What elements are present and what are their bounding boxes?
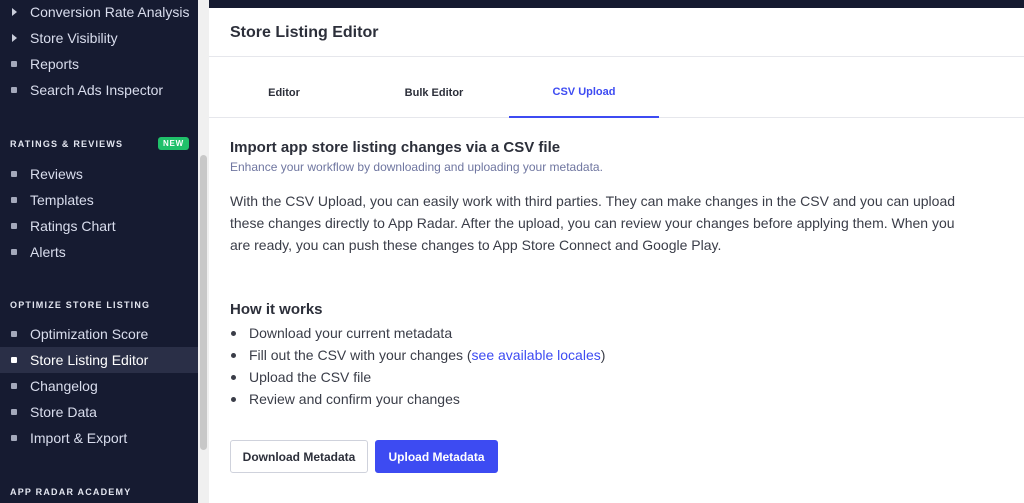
list-item: Download your current metadata	[230, 322, 605, 344]
sidebar-item-label: Import & Export	[30, 430, 128, 446]
list-item: Review and confirm your changes	[230, 388, 605, 410]
sidebar-item-store-data[interactable]: Store Data	[0, 399, 198, 425]
bullet-icon	[11, 171, 17, 177]
bullet-icon	[11, 435, 17, 441]
description-paragraph: With the CSV Upload, you can easily work…	[230, 193, 956, 253]
page-header: Store Listing Editor	[209, 8, 1024, 57]
bullet-icon	[11, 249, 17, 255]
tab-csv-upload[interactable]: CSV Upload	[509, 68, 659, 118]
list-item: Fill out the CSV with your changes (see …	[230, 344, 605, 366]
section-title-app-radar-academy: APP RADAR ACADEMY	[10, 487, 132, 497]
step-text-prefix: Fill out the CSV with your changes (	[249, 347, 472, 363]
sidebar-item-store-visibility[interactable]: Store Visibility	[0, 25, 198, 51]
sidebar-item-ratings-chart[interactable]: Ratings Chart	[0, 213, 198, 239]
bullet-icon	[231, 374, 236, 380]
sidebar-item-conversion-rate-analysis[interactable]: Conversion Rate Analysis	[0, 0, 198, 25]
caret-right-icon	[12, 8, 17, 16]
sidebar-item-reviews[interactable]: Reviews	[0, 161, 198, 187]
bullet-icon	[231, 396, 236, 402]
section-title-optimize-store-listing: OPTIMIZE STORE LISTING	[10, 300, 151, 310]
available-locales-link[interactable]: see available locales	[472, 347, 601, 363]
tab-bulk-editor[interactable]: Bulk Editor	[359, 68, 509, 118]
step-text-suffix: )	[600, 347, 606, 363]
upload-metadata-button[interactable]: Upload Metadata	[375, 440, 498, 473]
section-heading: Import app store listing changes via a C…	[230, 139, 561, 156]
sidebar-item-import-export[interactable]: Import & Export	[0, 425, 198, 451]
sidebar-item-alerts[interactable]: Alerts	[0, 239, 198, 265]
sidebar-item-changelog[interactable]: Changelog	[0, 373, 198, 399]
main-panel: Store Listing Editor Editor Bulk Editor …	[209, 8, 1024, 503]
tab-editor[interactable]: Editor	[209, 68, 359, 118]
sidebar-item-templates[interactable]: Templates	[0, 187, 198, 213]
sidebar-item-label: Store Data	[30, 404, 97, 420]
how-it-works-title: How it works	[230, 301, 323, 318]
sidebar-item-store-listing-editor[interactable]: Store Listing Editor	[0, 347, 198, 373]
sidebar-item-label: Reviews	[30, 166, 83, 182]
step-text: Review and confirm your changes	[249, 391, 460, 407]
step-text: Download your current metadata	[249, 325, 453, 341]
list-item: Upload the CSV file	[230, 366, 605, 388]
step-text: Fill out the CSV with your changes (see …	[249, 344, 605, 366]
sidebar-item-label: Store Visibility	[30, 30, 118, 46]
sidebar-item-label: Search Ads Inspector	[30, 82, 164, 98]
sidebar-item-label: Templates	[30, 192, 94, 208]
bullet-icon	[11, 223, 17, 229]
scrollbar-thumb[interactable]	[200, 155, 207, 450]
sidebar: Conversion Rate Analysis Store Visibilit…	[0, 0, 198, 503]
new-badge: NEW	[158, 137, 189, 150]
sidebar-item-label: Reports	[30, 56, 80, 72]
sidebar-item-label: Conversion Rate Analysis	[30, 4, 190, 20]
section-subheading: Enhance your workflow by downloading and…	[230, 160, 603, 174]
bullet-icon	[231, 330, 236, 336]
sidebar-item-label: Changelog	[30, 378, 98, 394]
sidebar-item-label: Store Listing Editor	[30, 352, 149, 368]
sidebar-item-label: Ratings Chart	[30, 218, 116, 234]
bullet-icon	[11, 357, 17, 363]
steps-list: Download your current metadata Fill out …	[230, 322, 605, 410]
bullet-icon	[11, 87, 17, 93]
download-metadata-button[interactable]: Download Metadata	[230, 440, 368, 473]
bullet-icon	[11, 331, 17, 337]
sidebar-item-label: Optimization Score	[30, 326, 149, 342]
caret-right-icon	[12, 34, 17, 42]
tab-bar: Editor Bulk Editor CSV Upload	[209, 68, 1024, 118]
bullet-icon	[11, 383, 17, 389]
sidebar-item-label: Alerts	[30, 244, 66, 260]
bullet-icon	[11, 197, 17, 203]
bullet-icon	[11, 409, 17, 415]
step-text: Upload the CSV file	[249, 369, 372, 385]
bullet-icon	[11, 61, 17, 67]
sidebar-item-optimization-score[interactable]: Optimization Score	[0, 321, 198, 347]
section-title-ratings-reviews: RATINGS & REVIEWS	[10, 139, 124, 149]
bullet-icon	[231, 352, 236, 358]
sidebar-item-reports[interactable]: Reports	[0, 51, 198, 77]
page-title: Store Listing Editor	[230, 24, 379, 41]
sidebar-item-search-ads-inspector[interactable]: Search Ads Inspector	[0, 77, 198, 103]
